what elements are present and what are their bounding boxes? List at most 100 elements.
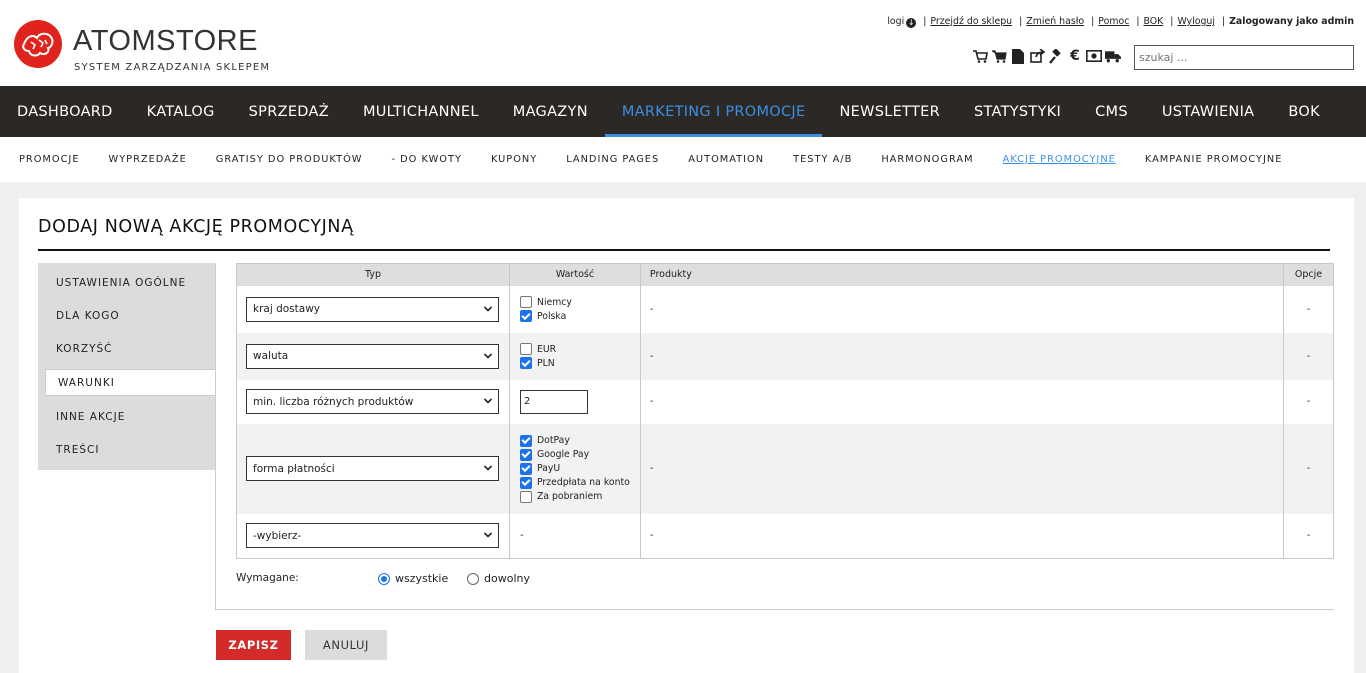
checkbox-option[interactable]: Polska: [519, 309, 640, 323]
checkbox-option[interactable]: PayU: [519, 462, 640, 476]
checkbox-option[interactable]: Google Pay: [519, 448, 640, 462]
help-link[interactable]: Pomoc: [1098, 16, 1129, 27]
column-header-options: Opcje: [1283, 263, 1334, 286]
checkbox-option[interactable]: DotPay: [519, 434, 640, 448]
cart-add-icon[interactable]: [972, 48, 988, 64]
sidebar-item[interactable]: WARUNKI: [45, 369, 216, 396]
banknote-icon[interactable]: [1086, 48, 1102, 64]
checkbox-checked[interactable]: [519, 357, 532, 369]
main-nav-item[interactable]: MARKETING I PROMOCJE: [604, 86, 823, 137]
options-cell: -: [1283, 332, 1334, 380]
sub-nav: PROMOCJE WYPRZEDAŻE GRATISY DO PRODUKTÓW - …: [0, 137, 1366, 182]
required-label: Wymagane:: [236, 572, 299, 584]
search-input[interactable]: [1134, 45, 1354, 70]
chevron-down-icon: [484, 465, 492, 471]
sidebar-item[interactable]: DLA KOGO: [38, 302, 216, 329]
sub-nav-item[interactable]: PROMOCJE: [19, 154, 80, 165]
options-cell: -: [1283, 423, 1334, 514]
logout-link[interactable]: Wyloguj: [1177, 16, 1215, 27]
logo-icon[interactable]: [14, 20, 62, 68]
min-products-input[interactable]: 2: [519, 389, 588, 414]
main-nav-item[interactable]: KATALOG: [130, 86, 232, 137]
table-row: forma płatności DotPay Google Pay PayU P…: [236, 423, 1334, 514]
options-cell: -: [1283, 285, 1334, 333]
main-nav-item[interactable]: MAGAZYN: [496, 86, 605, 137]
chevron-down-icon: [484, 398, 492, 404]
radio-selected[interactable]: [378, 572, 390, 585]
conditions-table: Typ Wartość Produkty Opcje kraj dostawy …: [236, 263, 1334, 559]
checkbox[interactable]: [519, 343, 532, 355]
checkbox-checked[interactable]: [519, 448, 532, 461]
sub-nav-item[interactable]: WYPRZEDAŻE: [109, 154, 187, 165]
save-button[interactable]: ZAPISZ: [216, 630, 291, 660]
type-select[interactable]: kraj dostawy: [246, 296, 499, 322]
sub-nav-item[interactable]: TESTY A/B: [793, 154, 852, 165]
main-nav-item[interactable]: USTAWIENIA: [1145, 86, 1272, 137]
checkbox-checked[interactable]: [519, 310, 532, 322]
radio-unselected[interactable]: [467, 572, 479, 585]
document-icon[interactable]: [1010, 48, 1026, 64]
toolbar-icons: €: [972, 48, 1121, 64]
brand-title: ATOMSTORE: [73, 25, 258, 57]
logi-link[interactable]: logi: [887, 16, 904, 27]
sidebar-item[interactable]: USTAWIENIA OGÓLNE: [38, 269, 216, 296]
cart-icon[interactable]: [991, 48, 1007, 64]
truck-icon[interactable]: [1105, 48, 1121, 64]
sub-nav-item[interactable]: AKCJE PROMOCYJNE: [1003, 154, 1116, 165]
type-select[interactable]: -wybierz-: [246, 523, 499, 549]
type-select[interactable]: min. liczba różnych produktów: [246, 389, 499, 414]
sidebar-item[interactable]: KORZYŚĆ: [38, 335, 216, 362]
main-nav-item[interactable]: SPRZEDAŻ: [232, 86, 346, 137]
table-row: min. liczba różnych produktów 2 - -: [236, 379, 1334, 424]
products-cell: -: [640, 332, 1285, 380]
change-password-link[interactable]: Zmień hasło: [1026, 16, 1084, 27]
sub-nav-item[interactable]: KAMPANIE PROMOCYJNE: [1145, 154, 1283, 165]
share-icon[interactable]: [1029, 48, 1045, 64]
bok-link[interactable]: BOK: [1144, 16, 1164, 27]
main-nav-item[interactable]: MULTICHANNEL: [346, 86, 496, 137]
main-nav-item[interactable]: NEWSLETTER: [822, 86, 957, 137]
main-nav-item[interactable]: DASHBOARD: [0, 86, 130, 137]
checkbox[interactable]: [519, 296, 532, 308]
checkbox-option[interactable]: Za pobraniem: [519, 490, 640, 504]
checkbox-checked[interactable]: [519, 434, 532, 447]
euro-icon[interactable]: €: [1067, 48, 1083, 64]
chevron-down-icon: [484, 532, 492, 538]
checkbox-checked[interactable]: [519, 462, 532, 475]
main-nav-item[interactable]: STATYSTYKI: [957, 86, 1078, 137]
checkbox-option[interactable]: EUR: [519, 342, 640, 356]
checkbox-option[interactable]: Przedpłata na konto: [519, 476, 640, 490]
sub-nav-item[interactable]: HARMONOGRAM: [881, 154, 973, 165]
products-cell: -: [640, 379, 1285, 424]
cancel-button[interactable]: ANULUJ: [305, 630, 387, 660]
table-row: -wybierz- - - -: [236, 513, 1334, 559]
radio-any[interactable]: dowolny: [467, 572, 530, 585]
sub-nav-item[interactable]: KUPONY: [491, 154, 537, 165]
value-cell: -: [509, 513, 641, 559]
sub-nav-item[interactable]: AUTOMATION: [688, 154, 764, 165]
page-title: DODAJ NOWĄ AKCJĘ PROMOCYJNĄ: [38, 217, 354, 237]
sub-nav-item[interactable]: GRATISY DO PRODUKTÓW: [216, 154, 363, 165]
type-select[interactable]: forma płatności: [246, 456, 499, 481]
download-icon[interactable]: ↓: [906, 18, 917, 28]
sub-nav-item[interactable]: - DO KWOTY: [391, 154, 461, 165]
checkbox-option[interactable]: PLN: [519, 356, 640, 370]
sidebar-item[interactable]: TREŚCI: [38, 436, 216, 463]
sub-nav-item[interactable]: LANDING PAGES: [566, 154, 659, 165]
main-nav-item[interactable]: BOK: [1271, 86, 1337, 137]
checkbox-option[interactable]: Niemcy: [519, 295, 640, 309]
type-select[interactable]: waluta: [246, 343, 499, 369]
main-nav-item[interactable]: CMS: [1078, 86, 1145, 137]
content-border-left: [215, 263, 216, 610]
main-nav: DASHBOARD KATALOG SPRZEDAŻ MULTICHANNEL MAGA…: [0, 86, 1366, 137]
products-cell: -: [640, 423, 1285, 514]
table-row: kraj dostawy Niemcy Polska - -: [236, 285, 1334, 333]
column-header-products: Produkty: [640, 263, 1285, 286]
title-divider: [38, 249, 1330, 251]
gavel-icon[interactable]: [1048, 48, 1064, 64]
sidebar-item[interactable]: INNE AKCJE: [38, 403, 216, 430]
radio-all[interactable]: wszystkie: [378, 572, 448, 585]
checkbox-checked[interactable]: [519, 476, 532, 489]
checkbox[interactable]: [519, 490, 532, 503]
go-to-shop-link[interactable]: Przejdź do sklepu: [930, 16, 1012, 27]
